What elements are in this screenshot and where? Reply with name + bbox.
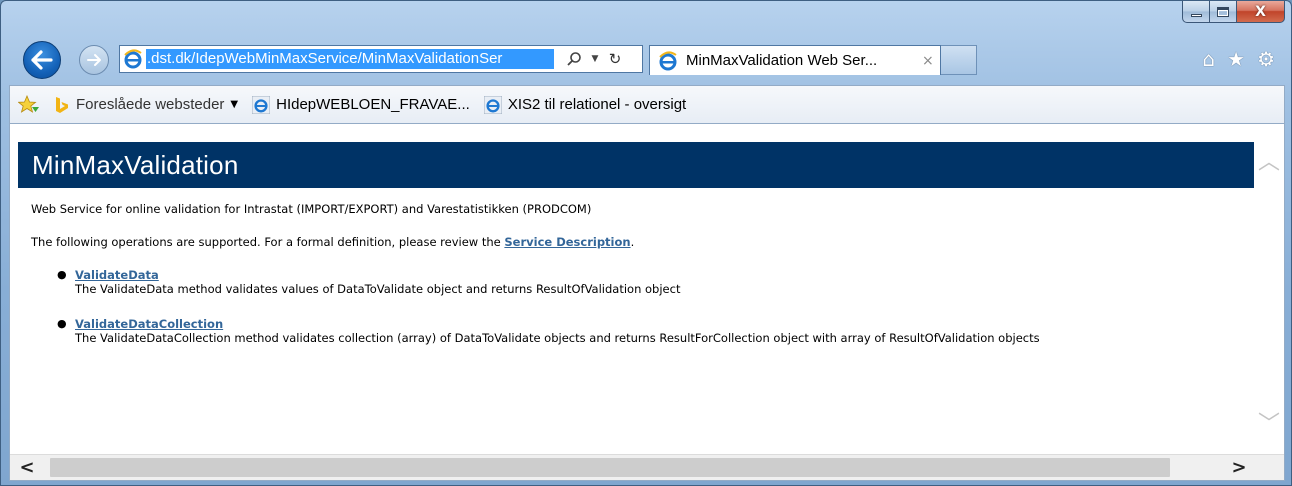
- scroll-left-icon[interactable]: <: [10, 455, 44, 481]
- operations-list: ● ValidateData The ValidateData method v…: [57, 268, 1251, 346]
- page-viewport: MinMaxValidation Web Service for online …: [9, 123, 1285, 481]
- minimize-icon: [1190, 13, 1202, 17]
- favorites-add-icon: [18, 94, 39, 113]
- ie-page-icon: [120, 46, 146, 72]
- search-icon[interactable]: [560, 51, 588, 67]
- horizontal-scrollbar[interactable]: < >: [10, 454, 1284, 480]
- page-content: Web Service for online validation for In…: [31, 202, 1251, 366]
- bullet-icon: ●: [57, 268, 67, 281]
- chevron-down-icon: ▼: [230, 99, 239, 110]
- browser-window: X .dst.dk/IdepWebMinMaxService/MinMaxVal…: [0, 0, 1292, 486]
- new-tab-button[interactable]: [941, 45, 977, 75]
- close-icon: X: [1255, 3, 1266, 20]
- service-intro: Web Service for online validation for In…: [31, 202, 592, 216]
- favorites-star-icon[interactable]: ★: [1227, 48, 1245, 70]
- bullet-icon: ●: [57, 317, 67, 330]
- minimize-button[interactable]: [1182, 1, 1210, 23]
- operations-sentence-end: .: [630, 235, 635, 249]
- forward-arrow-icon: [87, 54, 101, 66]
- forward-button[interactable]: [79, 45, 109, 75]
- tab-title: MinMaxValidation Web Ser...: [686, 52, 878, 69]
- scroll-down-icon[interactable]: ﹀: [1254, 406, 1284, 438]
- favorites-bar: Foreslåede websteder ▼ HIdepWEBLOEN_FRAV…: [9, 85, 1285, 123]
- gear-icon[interactable]: ⚙: [1257, 48, 1275, 70]
- back-arrow-icon: [31, 50, 53, 70]
- vertical-scrollbar[interactable]: ︿ ﹀: [1254, 124, 1284, 454]
- address-input[interactable]: .dst.dk/IdepWebMinMaxService/MinMaxValid…: [146, 49, 554, 69]
- operations-sentence-text: The following operations are supported. …: [31, 235, 505, 249]
- favorite-link-2[interactable]: XIS2 til relationel - oversigt: [483, 95, 687, 114]
- scroll-up-icon[interactable]: ︿: [1254, 144, 1284, 176]
- ie-favorite-icon: [483, 95, 502, 114]
- address-bar[interactable]: .dst.dk/IdepWebMinMaxService/MinMaxValid…: [119, 45, 643, 73]
- close-button[interactable]: X: [1237, 1, 1285, 23]
- operation-link-validatedatacollection[interactable]: ValidateDataCollection: [75, 317, 223, 331]
- add-favorite-button[interactable]: [18, 94, 40, 115]
- favorite-link-1[interactable]: HIdepWEBLOEN_FRAVAE...: [252, 95, 470, 114]
- suggested-sites-menu[interactable]: Foreslåede websteder ▼: [54, 96, 238, 114]
- tab-active[interactable]: MinMaxValidation Web Ser... ×: [649, 45, 941, 75]
- page-header: MinMaxValidation: [18, 142, 1255, 188]
- operation-description: The ValidateData method validates values…: [75, 282, 681, 296]
- page-title: MinMaxValidation: [32, 149, 239, 180]
- tab-close-icon[interactable]: ×: [922, 53, 934, 69]
- service-description-link[interactable]: Service Description: [504, 235, 630, 249]
- maximize-icon: [1217, 6, 1229, 17]
- suggested-sites-label: Foreslåede websteder: [76, 96, 225, 113]
- favorite-link-label: HIdepWEBLOEN_FRAVAE...: [276, 96, 470, 113]
- address-dropdown-icon[interactable]: ▼: [588, 54, 602, 64]
- favorite-link-label: XIS2 til relationel - oversigt: [507, 96, 687, 113]
- bing-icon: [56, 96, 68, 113]
- caption-buttons: X: [1182, 1, 1285, 23]
- home-icon[interactable]: ⌂: [1202, 48, 1215, 70]
- back-button[interactable]: [23, 41, 61, 79]
- refresh-icon[interactable]: ↻: [602, 50, 628, 68]
- operations-sentence: The following operations are supported. …: [31, 235, 1251, 250]
- chrome-icons: ⌂ ★ ⚙: [1202, 48, 1275, 70]
- ie-tab-icon: [659, 50, 677, 70]
- list-item: ● ValidateData The ValidateData method v…: [57, 268, 1251, 297]
- horizontal-scroll-thumb[interactable]: [50, 458, 1170, 477]
- list-item: ● ValidateDataCollection The ValidateDat…: [57, 317, 1251, 346]
- scroll-right-icon[interactable]: >: [1222, 455, 1256, 481]
- maximize-button[interactable]: [1210, 1, 1237, 23]
- operation-description: The ValidateDataCollection method valida…: [75, 331, 1040, 345]
- ie-favorite-icon: [252, 95, 271, 114]
- operation-link-validatedata[interactable]: ValidateData: [75, 268, 159, 282]
